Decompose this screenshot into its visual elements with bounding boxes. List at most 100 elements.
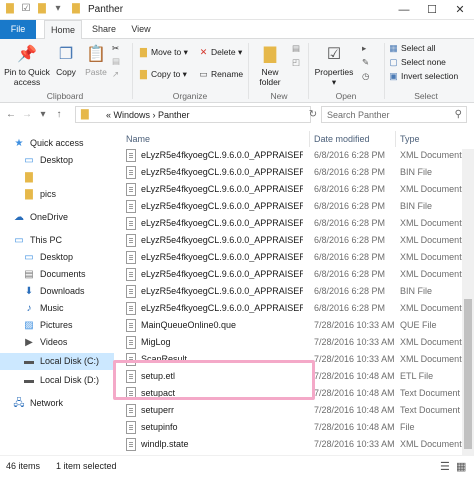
nav-downloads[interactable]: ⬇ Downloads bbox=[22, 283, 85, 300]
file-type: Text Document bbox=[400, 388, 461, 398]
file-type: BIN File bbox=[400, 167, 433, 177]
file-type: XML Document bbox=[400, 269, 462, 279]
file-row[interactable]: eLyzR5e4fkyoegCL.9.6.0.0_APPRAISER_Ev...… bbox=[114, 215, 462, 232]
file-date: 6/8/2016 6:28 PM bbox=[314, 201, 386, 211]
nav-documents[interactable]: ▤ Documents bbox=[22, 266, 85, 283]
copy-to-button[interactable]: ▇ Copy to ▾ bbox=[138, 69, 187, 80]
rename-button[interactable]: ▭ Rename bbox=[198, 69, 243, 80]
edit-icon[interactable]: ✎ bbox=[362, 57, 369, 68]
file-row[interactable]: eLyzR5e4fkyoegCL.9.6.0.0_APPRAISER_Ev...… bbox=[114, 198, 460, 215]
refresh-icon[interactable]: ↻ bbox=[306, 108, 320, 122]
nav-desktop[interactable]: ▭ Desktop bbox=[22, 152, 73, 169]
nav-pics[interactable]: ▇ pics bbox=[22, 186, 56, 203]
network-icon: 🖧 bbox=[13, 398, 25, 409]
file-list: Name Date modified Type eLyzR5e4fkyoegCL… bbox=[114, 127, 474, 468]
tab-home[interactable]: Home bbox=[44, 20, 82, 39]
history-icon[interactable]: ◷ bbox=[362, 71, 369, 82]
column-name[interactable]: Name bbox=[126, 131, 150, 147]
move-to-button[interactable]: ▇ Move to ▾ bbox=[138, 47, 188, 58]
nav-music[interactable]: ♪ Music bbox=[22, 300, 64, 317]
file-name: eLyzR5e4fkyoegCL.9.6.0.0_APPRAISER_Ev... bbox=[141, 201, 303, 211]
column-date-modified[interactable]: Date modified bbox=[314, 131, 370, 147]
chevron-down-icon[interactable]: ▾ bbox=[52, 3, 64, 15]
vertical-scrollbar[interactable] bbox=[462, 149, 474, 455]
new-folder-quick-icon[interactable]: ▇ bbox=[36, 3, 48, 15]
select-none-button[interactable]: ▢ Select none bbox=[388, 57, 446, 68]
column-type[interactable]: Type bbox=[400, 131, 420, 147]
select-all-button[interactable]: ▦ Select all bbox=[388, 43, 435, 54]
file-row[interactable]: setup.etl 7/28/2016 10:48 AM ETL File bbox=[114, 368, 460, 385]
file-row[interactable]: eLyzR5e4fkyoegCL.9.6.0.0_APPRAISER_Se...… bbox=[114, 283, 460, 300]
file-icon bbox=[126, 302, 136, 315]
easy-access-icon[interactable]: ◰ bbox=[292, 57, 300, 68]
nav-local-disk-c[interactable]: ▬ Local Disk (C:) bbox=[0, 353, 114, 370]
file-row[interactable]: ScanResult 7/28/2016 10:33 AM XML Document bbox=[114, 351, 462, 368]
nav-this-pc[interactable]: ▭ This PC bbox=[12, 232, 62, 249]
minimize-button[interactable]: — bbox=[390, 0, 418, 20]
delete-button[interactable]: ✕ Delete ▾ bbox=[198, 47, 243, 58]
nav-videos[interactable]: ▶ Videos bbox=[22, 334, 67, 351]
folder-icon: ▇ bbox=[6, 3, 14, 14]
back-arrow-icon[interactable]: ← bbox=[4, 108, 18, 122]
open-icon[interactable]: ▸ bbox=[362, 43, 366, 54]
file-row[interactable]: setuperr 7/28/2016 10:48 AM Text Document bbox=[114, 402, 460, 419]
file-row[interactable]: setupinfo 7/28/2016 10:48 AM File bbox=[114, 419, 460, 436]
nav-network[interactable]: 🖧 Network bbox=[12, 395, 63, 412]
tab-share[interactable]: Share bbox=[88, 20, 120, 39]
copy-button[interactable]: ❐ Copy bbox=[54, 45, 78, 77]
copy-icon: ❐ bbox=[58, 46, 74, 63]
address-field[interactable]: ▇ « Windows › Panther bbox=[75, 106, 311, 123]
recent-locations-icon[interactable]: ▾ bbox=[36, 108, 50, 122]
file-type: XML Document bbox=[400, 150, 462, 160]
paste-button[interactable]: 📋 Paste bbox=[84, 45, 108, 77]
address-bar-row: ← → ▾ ↑ ▇ « Windows › Panther ↻ Search P… bbox=[0, 103, 474, 127]
file-row[interactable]: eLyzR5e4fkyoegCL.9.6.0.0_APPRAISER_Ev...… bbox=[114, 181, 462, 198]
file-row[interactable]: eLyzR5e4fkyoegCL.9.6.0.0_APPRAISER_Se...… bbox=[114, 300, 462, 317]
file-row[interactable]: eLyzR5e4fkyoegCL.9.6.0.0_APPRAISER_Ev...… bbox=[114, 164, 460, 181]
nav-pictures[interactable]: ▨ Pictures bbox=[22, 317, 72, 334]
properties-quick-icon[interactable]: ☑ bbox=[20, 3, 32, 15]
nav-folder[interactable]: ▇ bbox=[22, 169, 40, 186]
forward-arrow-icon[interactable]: → bbox=[20, 108, 34, 122]
file-icon bbox=[126, 285, 136, 298]
file-date: 7/28/2016 10:33 AM bbox=[314, 320, 395, 330]
breadcrumb[interactable]: « Windows › Panther bbox=[106, 110, 190, 120]
file-date: 6/8/2016 6:28 PM bbox=[314, 286, 386, 296]
cut-icon[interactable]: ✂ bbox=[112, 43, 119, 54]
nav-onedrive[interactable]: ☁ OneDrive bbox=[12, 209, 68, 226]
up-arrow-icon[interactable]: ↑ bbox=[52, 108, 66, 122]
document-icon: ▤ bbox=[24, 269, 34, 280]
nav-quick-access[interactable]: ★ Quick access bbox=[12, 135, 84, 152]
nav-pc-desktop[interactable]: ▭ Desktop bbox=[22, 249, 73, 266]
new-folder-button[interactable]: ▇ New folder bbox=[252, 45, 288, 87]
scrollbar-thumb[interactable] bbox=[464, 299, 472, 449]
details-view-icon[interactable]: ☰ bbox=[440, 460, 450, 473]
pin-quick-access-button[interactable]: 📌 Pin to Quick access bbox=[2, 45, 52, 87]
new-item-icon[interactable]: ▤ bbox=[292, 43, 300, 54]
copy-path-icon[interactable]: ▤ bbox=[112, 56, 120, 67]
nav-local-disk-d[interactable]: ▬ Local Disk (D:) bbox=[22, 372, 99, 389]
file-row[interactable]: eLyzR5e4fkyoegCL.9.6.0.0_APPRAISER_Fil..… bbox=[114, 232, 462, 249]
file-row[interactable]: eLyzR5e4fkyoegCL.9.6.0.0_APPRAISER_Mi...… bbox=[114, 266, 462, 283]
file-row[interactable]: eLyzR5e4fkyoegCL.9.6.0.0_APPRAISER_Hu...… bbox=[114, 249, 462, 266]
tab-view[interactable]: View bbox=[126, 20, 156, 39]
file-row[interactable]: MainQueueOnline0.que 7/28/2016 10:33 AM QU… bbox=[114, 317, 460, 334]
close-button[interactable]: ✕ bbox=[446, 0, 474, 20]
file-row[interactable]: MigLog 7/28/2016 10:33 AM XML Document bbox=[114, 334, 462, 351]
file-icon bbox=[126, 319, 136, 332]
column-divider[interactable] bbox=[395, 131, 396, 147]
file-row[interactable]: setupact 7/28/2016 10:48 AM Text Document bbox=[114, 385, 460, 402]
search-input[interactable]: Search Panther ⚲ bbox=[321, 106, 467, 123]
invert-selection-button[interactable]: ▣ Invert selection bbox=[388, 71, 458, 82]
maximize-button[interactable]: ☐ bbox=[418, 0, 446, 20]
tab-file[interactable]: File bbox=[0, 20, 36, 39]
file-row[interactable]: eLyzR5e4fkyoegCL.9.6.0.0_APPRAISER_De...… bbox=[114, 147, 462, 164]
column-divider[interactable] bbox=[309, 131, 310, 147]
properties-button[interactable]: ☑ Properties ▾ bbox=[312, 45, 356, 87]
file-row[interactable]: windlp.state 7/28/2016 10:33 AM XML Docume… bbox=[114, 436, 462, 453]
file-type: XML Document bbox=[400, 439, 462, 449]
file-name: eLyzR5e4fkyoegCL.9.6.0.0_APPRAISER_Se... bbox=[141, 303, 303, 313]
large-icons-view-icon[interactable]: ▦ bbox=[456, 460, 466, 473]
new-group-label: New bbox=[270, 91, 288, 101]
paste-shortcut-icon[interactable]: ↗ bbox=[112, 69, 119, 80]
